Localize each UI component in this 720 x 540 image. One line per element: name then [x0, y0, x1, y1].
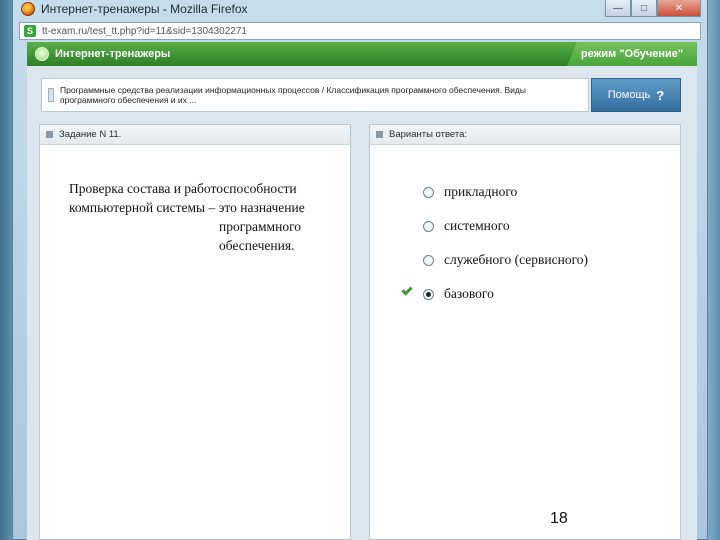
app-logo-icon — [35, 47, 49, 61]
radio-button[interactable] — [423, 186, 434, 198]
slide-number: 18 — [550, 510, 568, 527]
help-button[interactable]: Помощь ? — [591, 78, 681, 112]
question-mark-icon: ? — [656, 87, 665, 103]
correct-check-icon — [401, 284, 413, 296]
firefox-icon — [21, 2, 35, 16]
mode-label: режим "Обучение" — [567, 42, 697, 66]
answer-option[interactable]: прикладного — [398, 175, 678, 209]
check-slot — [398, 219, 420, 233]
check-slot — [398, 253, 420, 267]
question-part1: Проверка состава и работоспособности ком… — [69, 181, 305, 215]
site-favicon-icon: S — [24, 25, 36, 37]
url-text[interactable]: tt-exam.ru/test_tt.php?id=11&sid=1304302… — [42, 26, 247, 37]
option-label[interactable]: прикладного — [444, 184, 517, 200]
radio-button-selected[interactable] — [423, 288, 434, 300]
address-bar[interactable]: S tt-exam.ru/test_tt.php?id=11&sid=13043… — [19, 22, 701, 40]
window-title: Интернет-тренажеры - Mozilla Firefox — [41, 2, 248, 16]
answer-options: прикладного системного служебного (серви… — [398, 175, 678, 311]
question-part2: программного обеспечения. — [219, 219, 302, 253]
answer-option[interactable]: служебного (сервисного) — [398, 243, 678, 277]
option-label[interactable]: базового — [444, 286, 494, 302]
panel-marker-icon — [46, 131, 53, 138]
question-text: Проверка состава и работоспособности ком… — [69, 179, 321, 255]
check-slot — [398, 284, 420, 301]
answer-option[interactable]: системного — [398, 209, 678, 243]
topic-text: Программные средства реализации информац… — [60, 85, 526, 105]
app-title: Интернет-тренажеры — [55, 48, 171, 60]
close-button[interactable]: ✕ — [657, 0, 701, 17]
check-slot — [398, 185, 420, 199]
answers-panel-header: Варианты ответа: — [370, 125, 680, 145]
window-controls: — □ ✕ — [605, 0, 701, 18]
topic-bar: Программные средства реализации информац… — [41, 78, 681, 112]
task-panel: Задание N 11. Проверка состава и работос… — [39, 124, 351, 540]
app-header: Интернет-тренажеры режим "Обучение" — [27, 42, 697, 66]
option-label[interactable]: служебного (сервисного) — [444, 252, 588, 268]
title-bar: Интернет-тренажеры - Mozilla Firefox — □… — [13, 0, 707, 18]
panel-marker-icon — [376, 131, 383, 138]
task-panel-header: Задание N 11. — [40, 125, 350, 145]
task-number: Задание N 11. — [59, 129, 122, 140]
answer-option[interactable]: базового — [398, 277, 678, 311]
topic-marker-icon — [48, 88, 54, 102]
page-content: Интернет-тренажеры режим "Обучение" Прог… — [27, 42, 697, 540]
minimize-button[interactable]: — — [605, 0, 631, 17]
maximize-button[interactable]: □ — [631, 0, 657, 17]
answers-panel: Варианты ответа: прикладного системного … — [369, 124, 681, 540]
topic-box: Программные средства реализации информац… — [41, 78, 589, 112]
radio-button[interactable] — [423, 220, 434, 232]
option-label[interactable]: системного — [444, 218, 510, 234]
help-button-label: Помощь — [607, 89, 651, 101]
browser-window: Интернет-тренажеры - Mozilla Firefox — □… — [12, 0, 708, 540]
answers-header: Варианты ответа: — [389, 129, 468, 140]
radio-button[interactable] — [423, 254, 434, 266]
